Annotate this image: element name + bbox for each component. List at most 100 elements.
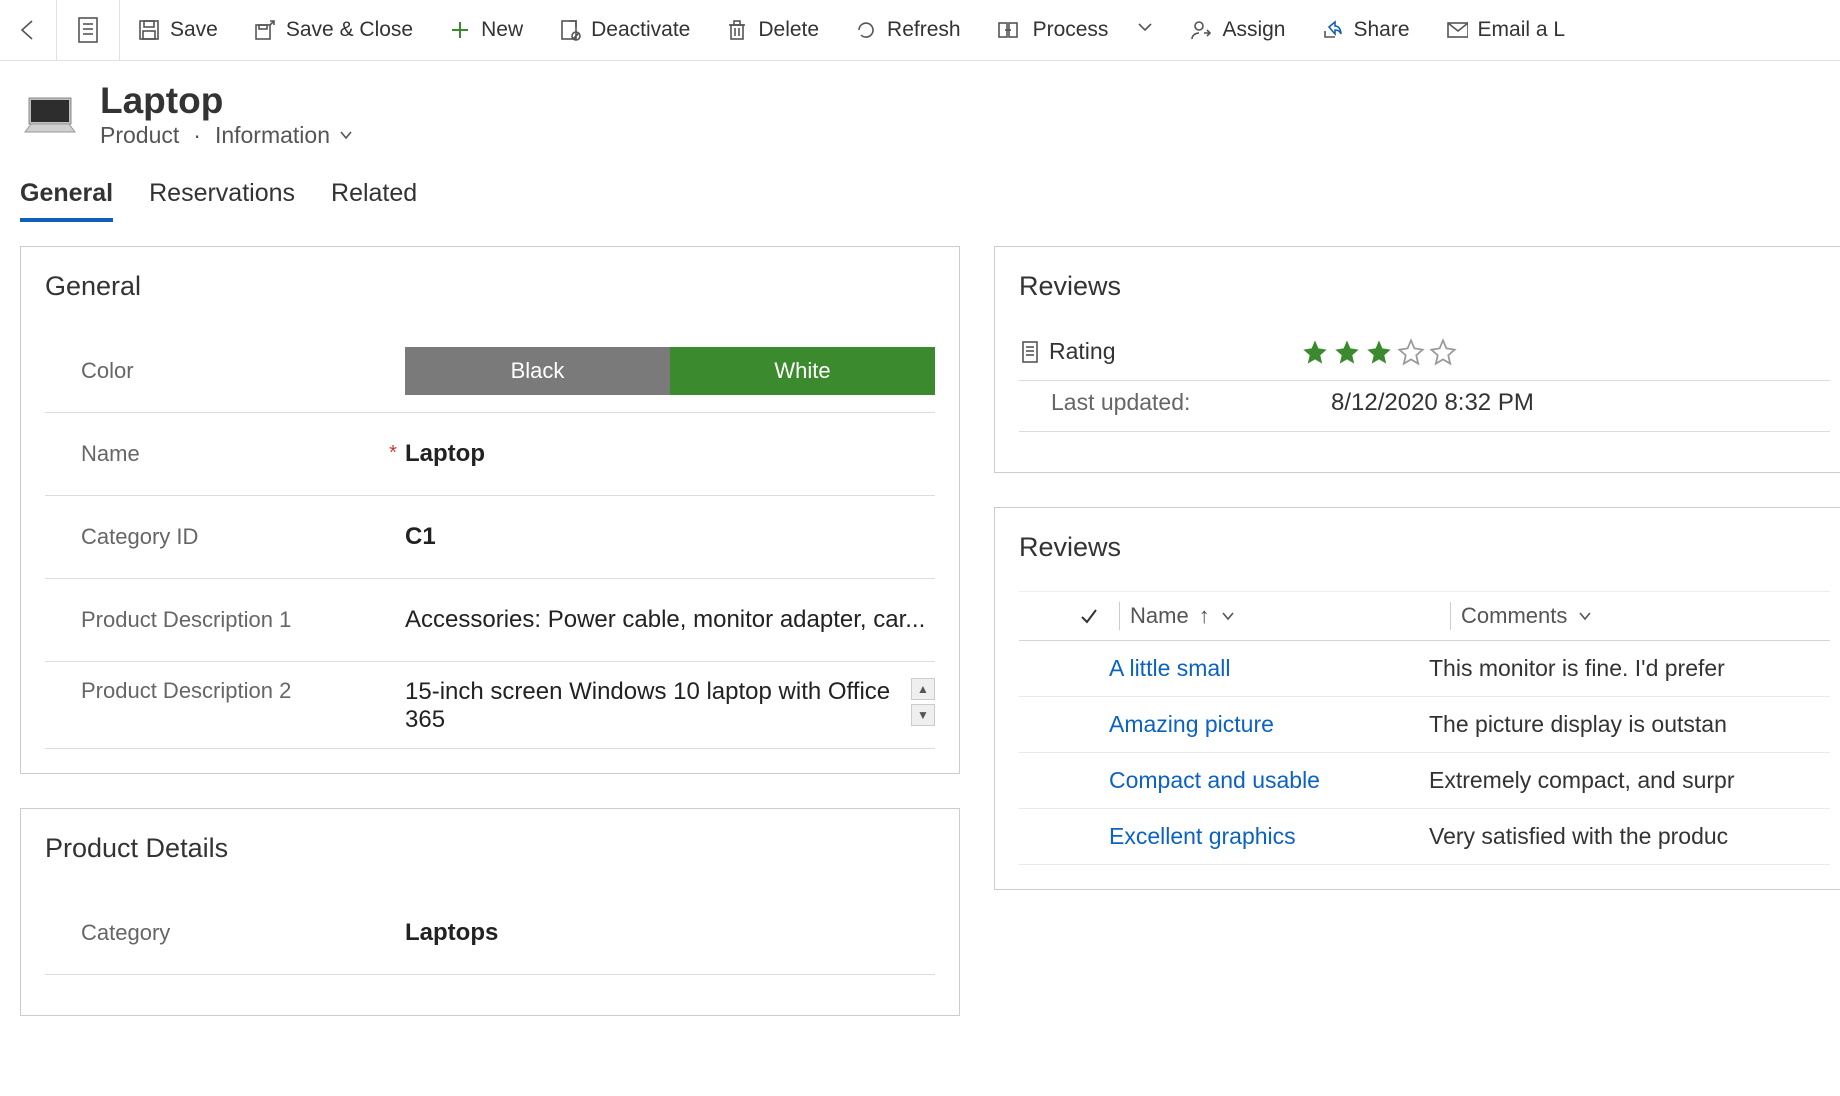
review-name-link[interactable]: Amazing picture [1109,711,1429,738]
color-option-black[interactable]: Black [405,347,670,395]
email-link-button[interactable]: Email a L [1428,0,1584,60]
form-icon [1021,340,1039,364]
review-name-link[interactable]: A little small [1109,655,1429,682]
refresh-label: Refresh [887,18,961,42]
category-id-field[interactable]: C1 [405,523,935,551]
refresh-icon [855,19,877,41]
rating-stars[interactable] [1301,338,1457,366]
scroll-up-button[interactable]: ▲ [911,678,935,700]
star-filled-icon [1333,338,1361,366]
description2-label: Product Description 2 [45,678,381,704]
review-row[interactable]: Compact and usable Extremely compact, an… [1019,753,1830,809]
plus-icon [449,19,471,41]
reviews-grid-title: Reviews [1019,532,1830,563]
column-header-name[interactable]: Name ↑ [1130,603,1440,629]
review-name-link[interactable]: Excellent graphics [1109,823,1429,850]
column-header-comments[interactable]: Comments [1461,603,1830,629]
laptop-icon [21,94,79,136]
category-field[interactable]: Laptops [405,919,935,947]
tab-related[interactable]: Related [331,179,417,222]
review-comment: Extremely compact, and surpr [1429,767,1830,794]
assign-button[interactable]: Assign [1172,0,1303,60]
save-close-button[interactable]: Save & Close [236,0,431,60]
tab-reservations[interactable]: Reservations [149,179,295,222]
sort-asc-icon: ↑ [1199,603,1210,629]
record-title: Laptop [100,81,354,122]
share-icon [1321,19,1343,41]
deactivate-label: Deactivate [591,18,690,42]
color-optionset[interactable]: Black White [405,347,935,395]
process-label: Process [1033,18,1109,42]
star-filled-icon [1365,338,1393,366]
separator-dot [187,122,207,149]
chevron-down-icon [1577,608,1593,624]
reviews-summary-title: Reviews [1019,271,1830,302]
star-filled-icon [1301,338,1329,366]
record-header: Laptop Product Information [0,61,1840,149]
select-all-checkbox[interactable] [1039,606,1109,626]
review-name-link[interactable]: Compact and usable [1109,767,1429,794]
category-id-label: Category ID [45,524,381,550]
product-details-section-title: Product Details [45,833,935,864]
deactivate-icon [559,19,581,41]
product-details-section: Product Details Category Laptops [20,808,960,1016]
command-bar: Save Save & Close New Deactivate Delete … [0,0,1840,61]
share-button[interactable]: Share [1303,0,1427,60]
general-section-title: General [45,271,935,302]
reviews-summary-section: Reviews Rating [994,246,1840,473]
reviews-grid-header: Name ↑ Comments [1019,591,1830,641]
share-label: Share [1353,18,1409,42]
last-updated-value: 8/12/2020 8:32 PM [1331,389,1534,417]
process-button[interactable]: Process [979,0,1173,60]
delete-button[interactable]: Delete [708,0,837,60]
form-selector[interactable]: Information [215,122,354,149]
review-comment: Very satisfied with the produc [1429,823,1830,850]
save-button[interactable]: Save [120,0,236,60]
description2-field[interactable]: 15-inch screen Windows 10 laptop with Of… [405,678,911,734]
back-button[interactable] [0,0,57,60]
review-row[interactable]: A little small This monitor is fine. I'd… [1019,641,1830,697]
star-empty-icon [1397,338,1425,366]
column-comments-label: Comments [1461,603,1567,629]
check-icon [1079,606,1099,626]
required-marker: * [381,442,405,465]
star-empty-icon [1429,338,1457,366]
process-icon [997,19,1019,41]
save-label: Save [170,18,218,42]
trash-icon [726,19,748,41]
back-icon [15,17,41,43]
save-close-label: Save & Close [286,18,413,42]
chevron-down-icon [338,127,354,143]
delete-label: Delete [758,18,819,42]
general-section: General Color Black White Name * Laptop … [20,246,960,774]
column-name-label: Name [1130,603,1189,629]
review-comment: This monitor is fine. I'd prefer [1429,655,1830,682]
new-label: New [481,18,523,42]
save-icon [138,19,160,41]
assign-icon [1190,19,1212,41]
reviews-grid-section: Reviews Name ↑ Comments A [994,507,1840,890]
category-label: Category [45,920,381,946]
last-updated-label: Last updated: [1051,389,1190,416]
review-row[interactable]: Amazing picture The picture display is o… [1019,697,1830,753]
rating-label: Rating [1049,338,1115,365]
email-label: Email a L [1478,18,1566,42]
entity-type-label: Product [100,122,179,149]
name-label: Name [45,441,381,467]
deactivate-button[interactable]: Deactivate [541,0,708,60]
save-close-icon [254,19,276,41]
color-option-white[interactable]: White [670,347,935,395]
review-comment: The picture display is outstan [1429,711,1830,738]
record-type-button[interactable] [57,0,120,60]
tab-general[interactable]: General [20,179,113,222]
new-button[interactable]: New [431,0,541,60]
refresh-button[interactable]: Refresh [837,0,979,60]
name-field[interactable]: Laptop [405,440,935,468]
chevron-down-icon [1220,608,1236,624]
scroll-down-button[interactable]: ▼ [911,704,935,726]
record-image[interactable] [20,91,80,139]
review-row[interactable]: Excellent graphics Very satisfied with t… [1019,809,1830,865]
description1-field[interactable]: Accessories: Power cable, monitor adapte… [405,606,935,634]
color-label: Color [45,358,381,384]
note-icon [76,16,100,44]
